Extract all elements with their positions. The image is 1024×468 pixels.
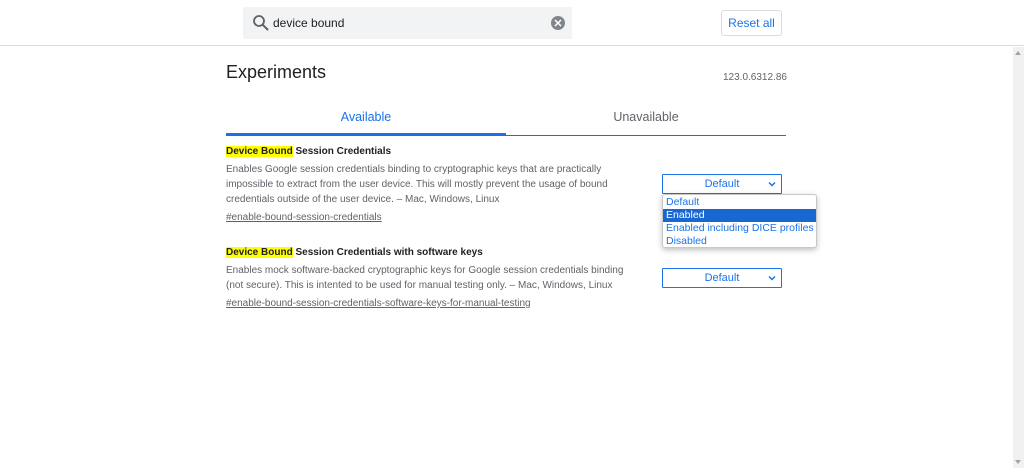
chevron-down-icon xyxy=(768,181,776,187)
search-icon xyxy=(253,15,269,31)
select-dropdown-list: Default Enabled Enabled including DICE p… xyxy=(662,194,817,248)
scroll-down-arrow-icon[interactable] xyxy=(1015,460,1021,464)
reset-all-button[interactable]: Reset all xyxy=(721,10,782,36)
select-value: Default xyxy=(704,178,740,190)
experiment-permalink[interactable]: #enable-bound-session-credentials-softwa… xyxy=(226,296,531,311)
dropdown-option-enabled-dice[interactable]: Enabled including DICE profiles xyxy=(663,222,816,235)
experiment-select[interactable]: Default xyxy=(662,268,782,288)
clear-icon xyxy=(554,19,562,27)
search-box xyxy=(243,7,572,39)
search-highlight: Device Bound xyxy=(226,247,293,258)
dropdown-option-default[interactable]: Default xyxy=(663,196,816,209)
version-label: 123.0.6312.86 xyxy=(723,72,787,83)
experiment-item: Device Bound Session Credentials with so… xyxy=(226,246,656,311)
experiment-select[interactable]: Default xyxy=(662,174,782,194)
tab-bar: Available Unavailable xyxy=(226,104,786,136)
experiment-title-rest: Session Credentials xyxy=(292,146,392,157)
description-line: impossible to extract from the user devi… xyxy=(226,179,608,190)
select-value: Default xyxy=(704,272,740,284)
clear-search-button[interactable] xyxy=(551,16,565,30)
tab-available[interactable]: Available xyxy=(226,104,506,135)
description-line: Enables Google session credentials bindi… xyxy=(226,164,602,175)
search-input[interactable] xyxy=(273,13,543,33)
tab-unavailable[interactable]: Unavailable xyxy=(506,104,786,134)
experiment-description: Enables Google session credentials bindi… xyxy=(226,162,656,207)
description-line: credentials outside of the user device. … xyxy=(226,194,500,205)
scrollbar[interactable] xyxy=(1013,47,1024,468)
dropdown-option-disabled[interactable]: Disabled xyxy=(663,235,816,248)
experiment-title: Device Bound Session Credentials with so… xyxy=(226,246,656,260)
description-line: Enables mock software-backed cryptograph… xyxy=(226,265,624,276)
page-title: Experiments xyxy=(226,62,327,82)
experiment-description: Enables mock software-backed cryptograph… xyxy=(226,263,656,293)
search-highlight: Device Bound xyxy=(226,146,293,157)
experiment-permalink[interactable]: #enable-bound-session-credentials xyxy=(226,210,382,225)
experiment-item: Device Bound Session Credentials Enables… xyxy=(226,145,656,225)
description-line: (not secure). This is intented to be use… xyxy=(226,280,613,291)
experiment-title: Device Bound Session Credentials xyxy=(226,145,656,159)
top-bar: Reset all xyxy=(0,0,1024,46)
dropdown-option-enabled[interactable]: Enabled xyxy=(663,209,816,222)
scroll-up-arrow-icon[interactable] xyxy=(1015,51,1021,55)
experiment-title-rest: Session Credentials with software keys xyxy=(292,247,483,258)
chevron-down-icon xyxy=(768,275,776,281)
